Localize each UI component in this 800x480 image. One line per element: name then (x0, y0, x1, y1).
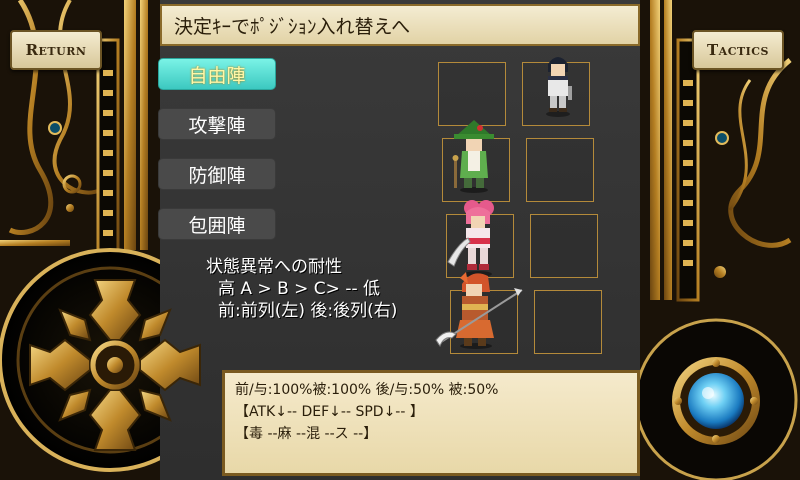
resistance-title: 状態異常への耐性 (206, 257, 342, 277)
gem-action-button[interactable] (670, 355, 762, 447)
stat-modifier-line: 【ATK↓-- DEF↓-- SPD↓-- 】 (235, 404, 424, 420)
formation-details-panel: 前/与:100%被:100% 後/与:50% 被:50% 【ATK↓-- DEF… (222, 370, 640, 476)
instruction-text: 決定ｷｰでﾎﾟｼﾞｼｮﾝ入れ替えへ (174, 15, 411, 38)
formation-defense-button[interactable]: 防御陣 (158, 158, 276, 190)
dpad-down-icon[interactable] (88, 389, 142, 451)
row-legend: 前:前列(左) 後:後列(右) (218, 301, 398, 321)
dpad-up-icon[interactable] (88, 279, 142, 341)
grid-cell-back-3[interactable] (530, 214, 598, 278)
black-haired-swordsman-sprite[interactable] (538, 50, 578, 118)
formation-attack-button[interactable]: 攻撃陣 (158, 108, 276, 140)
red-haired-lancer-sprite[interactable] (432, 268, 528, 352)
tactics-button[interactable]: Tactics (692, 30, 784, 70)
grid-cell-front-1[interactable] (438, 62, 506, 126)
blue-gem-icon (688, 373, 744, 429)
instruction-bar: 決定ｷｰでﾎﾟｼﾞｼｮﾝ入れ替えへ (160, 4, 640, 46)
grid-cell-back-2[interactable] (526, 138, 594, 202)
green-hat-mage-sprite[interactable] (450, 118, 498, 194)
formation-free-button[interactable]: 自由陣 (158, 58, 276, 90)
game-screen: Return Tactics 決定ｷｰでﾎﾟｼﾞｼｮﾝ入れ替えへ 自由陣 攻撃陣… (0, 0, 800, 480)
pink-haired-fighter-sprite[interactable] (446, 198, 506, 278)
dpad-control[interactable] (20, 270, 210, 460)
status-resistance-info: 状態異常への耐性 高 A > B > C> -- 低 前:前列(左) 後:後列(… (206, 256, 397, 322)
damage-ratio-line: 前/与:100%被:100% 後/与:50% 被:50% (235, 382, 499, 398)
formation-surround-button[interactable]: 包囲陣 (158, 208, 276, 240)
resistance-scale: 高 A > B > C> -- 低 (218, 279, 380, 299)
return-button[interactable]: Return (10, 30, 102, 70)
dpad-left-icon[interactable] (29, 338, 91, 392)
ailment-line: 【毒 --麻 --混 --ス --】 (235, 426, 378, 442)
grid-cell-back-4[interactable] (534, 290, 602, 354)
dpad-right-icon[interactable] (139, 338, 201, 392)
